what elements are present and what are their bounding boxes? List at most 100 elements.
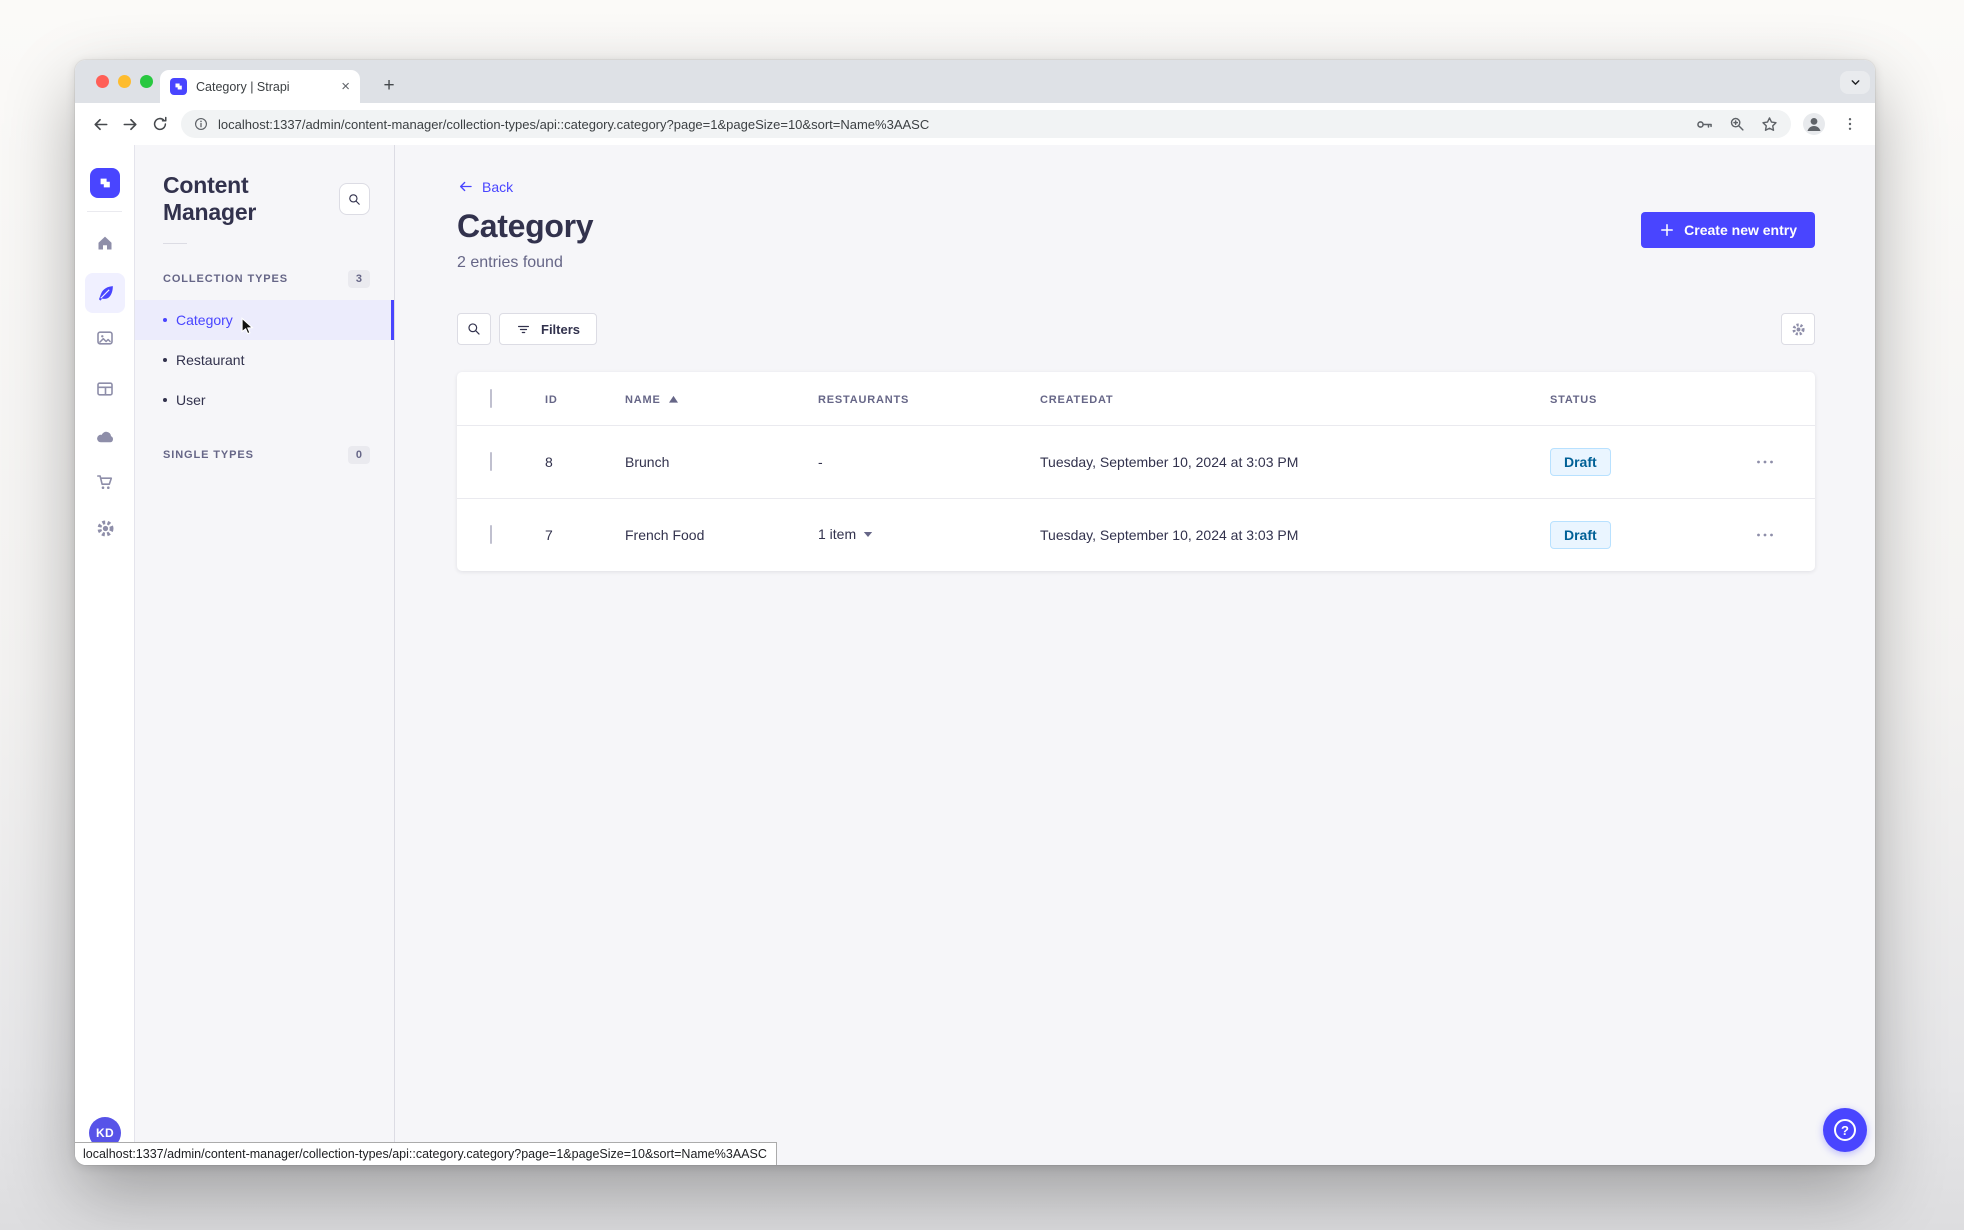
status-badge: Draft — [1550, 521, 1611, 549]
main-nav-rail: KD — [75, 145, 135, 1165]
cell-id: 7 — [545, 527, 553, 543]
cloud-nav-button[interactable] — [85, 417, 125, 457]
main-content: Back Category 2 entries found Create new… — [395, 145, 1875, 1165]
relation-expand[interactable]: 1 item — [818, 526, 873, 542]
content-manager-nav-button[interactable] — [85, 273, 125, 313]
content-type-builder-nav-button[interactable] — [85, 369, 125, 409]
strapi-logo[interactable] — [90, 168, 120, 198]
row-checkbox[interactable] — [490, 525, 492, 544]
sort-asc-icon — [668, 395, 678, 403]
home-nav-button[interactable] — [85, 223, 125, 263]
tab-search-button[interactable] — [1840, 71, 1870, 94]
search-icon — [349, 193, 360, 205]
table-header-row: ID NAME RESTAURANTS CREATEDAT STATUS — [457, 372, 1815, 425]
table-search-button[interactable] — [457, 313, 491, 345]
browser-window: Category | Strapi × + localhost:1337/adm… — [75, 60, 1875, 1165]
bookmark-star-icon[interactable] — [1760, 115, 1779, 134]
cell-id: 8 — [545, 454, 553, 470]
sidebar-item-label: User — [176, 392, 206, 408]
close-window-button[interactable] — [96, 75, 109, 88]
close-tab-icon[interactable]: × — [341, 79, 350, 94]
back-nav-button[interactable] — [85, 109, 115, 139]
cell-createdat: Tuesday, September 10, 2024 at 3:03 PM — [1040, 454, 1299, 470]
sidebar-item-restaurant[interactable]: Restaurant — [135, 340, 394, 380]
mouse-cursor-icon — [241, 317, 254, 335]
filters-button[interactable]: Filters — [499, 313, 598, 345]
search-icon — [468, 323, 480, 335]
forward-nav-button[interactable] — [115, 109, 145, 139]
profile-button[interactable] — [1799, 109, 1829, 139]
table-row[interactable]: 7 French Food 1 item Tuesday, September … — [457, 498, 1815, 571]
browser-toolbar: localhost:1337/admin/content-manager/col… — [75, 103, 1875, 145]
column-header-name[interactable]: NAME — [625, 394, 679, 406]
browser-menu-button[interactable] — [1835, 109, 1865, 139]
strapi-favicon-icon — [170, 78, 187, 95]
new-tab-button[interactable]: + — [375, 72, 403, 100]
tab-title: Category | Strapi — [196, 79, 290, 94]
sidebar-item-label: Restaurant — [176, 352, 245, 368]
column-header-id[interactable]: ID — [545, 394, 558, 406]
chevron-down-icon — [1851, 80, 1859, 85]
table-settings-button[interactable] — [1781, 313, 1815, 345]
arrow-left-icon — [459, 181, 472, 192]
back-link[interactable]: Back — [457, 178, 513, 195]
bullet-icon — [163, 398, 167, 402]
url-text[interactable]: localhost:1337/admin/content-manager/col… — [218, 117, 1681, 132]
cart-icon — [97, 475, 113, 489]
traffic-lights — [96, 75, 153, 88]
arrow-right-icon — [123, 118, 137, 130]
settings-nav-button[interactable] — [85, 508, 125, 548]
fullscreen-window-button[interactable] — [140, 75, 153, 88]
cell-name: Brunch — [625, 454, 670, 470]
content-manager-feather-icon — [98, 285, 113, 301]
cell-name: French Food — [625, 527, 705, 543]
zoom-icon[interactable] — [1728, 115, 1746, 133]
column-header-status: STATUS — [1550, 393, 1598, 406]
info-icon[interactable] — [193, 116, 209, 132]
reload-button[interactable] — [145, 109, 175, 139]
sidebar-item-user[interactable]: User — [135, 380, 394, 420]
bullet-icon — [163, 318, 167, 322]
person-icon — [1803, 113, 1825, 135]
sidebar-item-category[interactable]: Category — [135, 300, 394, 340]
collection-types-count-badge: 3 — [347, 270, 370, 288]
minimize-window-button[interactable] — [118, 75, 131, 88]
subnav-divider — [163, 243, 187, 244]
ellipsis-icon — [1757, 460, 1773, 464]
subnav-search-button[interactable] — [339, 183, 370, 215]
plus-icon — [1661, 224, 1674, 236]
row-actions-button[interactable] — [1750, 447, 1780, 477]
filter-icon — [517, 325, 530, 333]
media-library-nav-button[interactable] — [85, 318, 125, 358]
column-header-createdat[interactable]: CREATEDAT — [1040, 394, 1113, 406]
cell-restaurants: - — [818, 454, 823, 470]
row-checkbox[interactable] — [490, 452, 492, 471]
tab-bar: Category | Strapi × + — [75, 60, 1875, 103]
cell-createdat: Tuesday, September 10, 2024 at 3:03 PM — [1040, 527, 1299, 543]
browser-tab[interactable]: Category | Strapi × — [160, 70, 360, 103]
row-actions-button[interactable] — [1750, 520, 1780, 550]
create-new-entry-button[interactable]: Create new entry — [1641, 212, 1815, 248]
single-types-label: SINGLE TYPES — [163, 449, 254, 461]
table-row[interactable]: 8 Brunch - Tuesday, September 10, 2024 a… — [457, 425, 1815, 498]
column-header-restaurants[interactable]: RESTAURANTS — [818, 394, 909, 406]
kebab-menu-icon — [1848, 118, 1852, 130]
media-library-icon — [97, 331, 113, 345]
subnav-title: Content Manager — [163, 172, 257, 225]
url-bar[interactable]: localhost:1337/admin/content-manager/col… — [181, 110, 1791, 138]
back-label: Back — [482, 178, 514, 195]
arrow-left-icon — [93, 118, 107, 130]
strapi-admin: KD Content Manager COLLECTION TYPES 3 Ca… — [75, 145, 1875, 1165]
ellipsis-icon — [1757, 533, 1773, 537]
password-manager-icon[interactable] — [1695, 115, 1714, 134]
cloud-icon — [97, 431, 113, 443]
single-types-count-badge: 0 — [347, 446, 370, 464]
gear-icon — [97, 520, 113, 536]
status-bar-url: localhost:1337/admin/content-manager/col… — [75, 1142, 777, 1165]
marketplace-nav-button[interactable] — [85, 462, 125, 502]
select-all-checkbox[interactable] — [490, 388, 492, 408]
home-icon — [98, 236, 112, 250]
help-button[interactable]: ? — [1823, 1108, 1867, 1152]
layout-icon — [97, 382, 113, 396]
create-new-entry-label: Create new entry — [1684, 222, 1797, 238]
